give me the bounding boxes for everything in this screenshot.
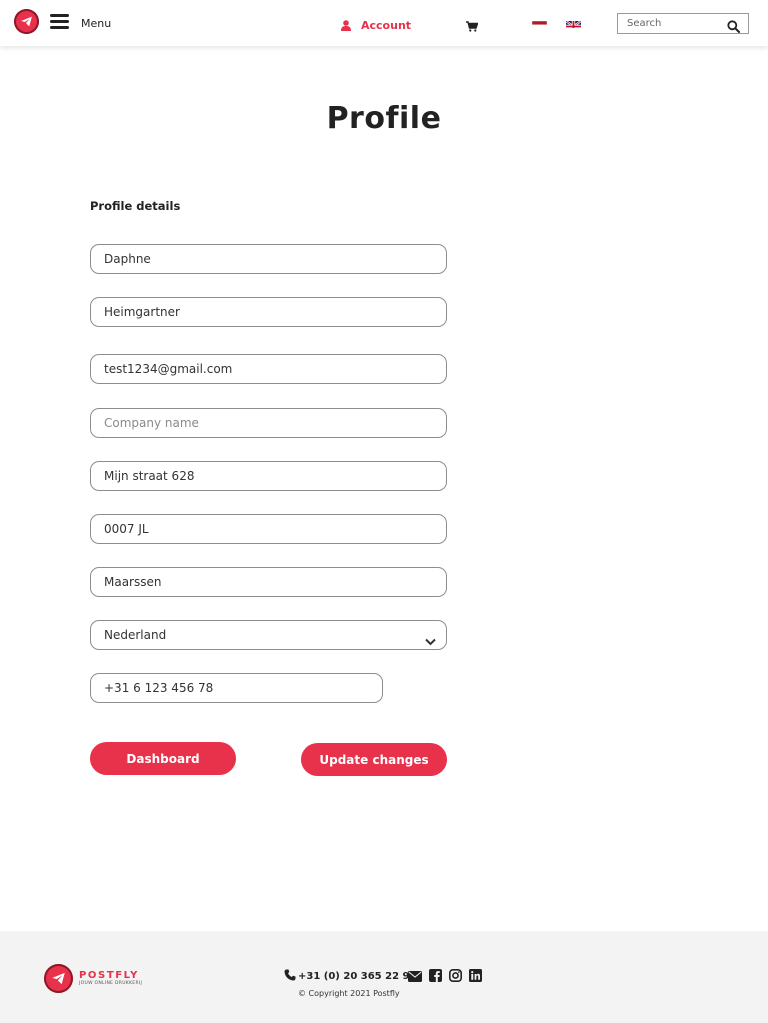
country-value: Nederland	[104, 628, 167, 642]
footer-phone-number: +31 (0) 20 365 22 93	[298, 971, 417, 982]
postfly-logo-icon	[44, 964, 73, 993]
brand-tagline: JOUW ONLINE DRUKKERIJ	[79, 981, 143, 986]
search-icon[interactable]	[727, 18, 740, 37]
brand-wordmark: POSTFLY JOUW ONLINE DRUKKERIJ	[79, 970, 142, 987]
uk-flag-icon[interactable]	[566, 17, 581, 28]
brand-name: POSTFLY	[79, 970, 139, 981]
phone-field	[90, 673, 383, 703]
search-input[interactable]	[618, 18, 723, 29]
mail-icon[interactable]	[408, 967, 422, 986]
footer-logo[interactable]: POSTFLY JOUW ONLINE DRUKKERIJ	[44, 964, 142, 993]
last-name-field	[90, 297, 447, 327]
first-name-field	[90, 244, 447, 274]
top-header: Menu Account	[0, 0, 768, 46]
dashboard-button[interactable]: Dashboard	[90, 742, 236, 775]
copyright-text: © Copyright 2021 Postfly	[298, 989, 400, 998]
city-field	[90, 567, 447, 597]
footer: POSTFLY JOUW ONLINE DRUKKERIJ +31 (0) 20…	[0, 931, 768, 1023]
footer-phone-link[interactable]: +31 (0) 20 365 22 93	[284, 969, 416, 984]
company-input[interactable]	[91, 416, 446, 430]
last-name-input[interactable]	[91, 305, 446, 319]
menu-label: Menu	[81, 17, 112, 30]
page-title: Profile	[326, 101, 442, 136]
search-box	[617, 13, 749, 34]
phone-icon	[284, 969, 296, 984]
chevron-down-icon	[425, 631, 436, 650]
street-input[interactable]	[91, 469, 446, 483]
facebook-icon[interactable]	[429, 967, 442, 986]
section-title: Profile details	[90, 199, 181, 213]
nl-flag-icon[interactable]	[532, 17, 547, 28]
email-input[interactable]	[91, 362, 446, 376]
menu-button[interactable]: Menu	[50, 14, 111, 33]
hamburger-icon	[50, 14, 69, 33]
postfly-logo-icon[interactable]	[14, 9, 39, 34]
account-link[interactable]: Account	[341, 16, 411, 35]
update-changes-button[interactable]: Update changes	[301, 743, 447, 776]
cart-icon[interactable]	[466, 17, 479, 36]
country-select[interactable]: Nederland	[90, 620, 447, 650]
company-field	[90, 408, 447, 438]
postcode-input[interactable]	[91, 522, 446, 536]
phone-input[interactable]	[91, 681, 382, 695]
city-input[interactable]	[91, 575, 446, 589]
account-label: Account	[361, 19, 412, 32]
user-icon	[341, 16, 351, 35]
postcode-field	[90, 514, 447, 544]
street-field	[90, 461, 447, 491]
footer-social-icons	[408, 967, 482, 986]
linkedin-icon[interactable]	[469, 967, 482, 986]
first-name-input[interactable]	[91, 252, 446, 266]
email-field	[90, 354, 447, 384]
instagram-icon[interactable]	[449, 967, 462, 986]
